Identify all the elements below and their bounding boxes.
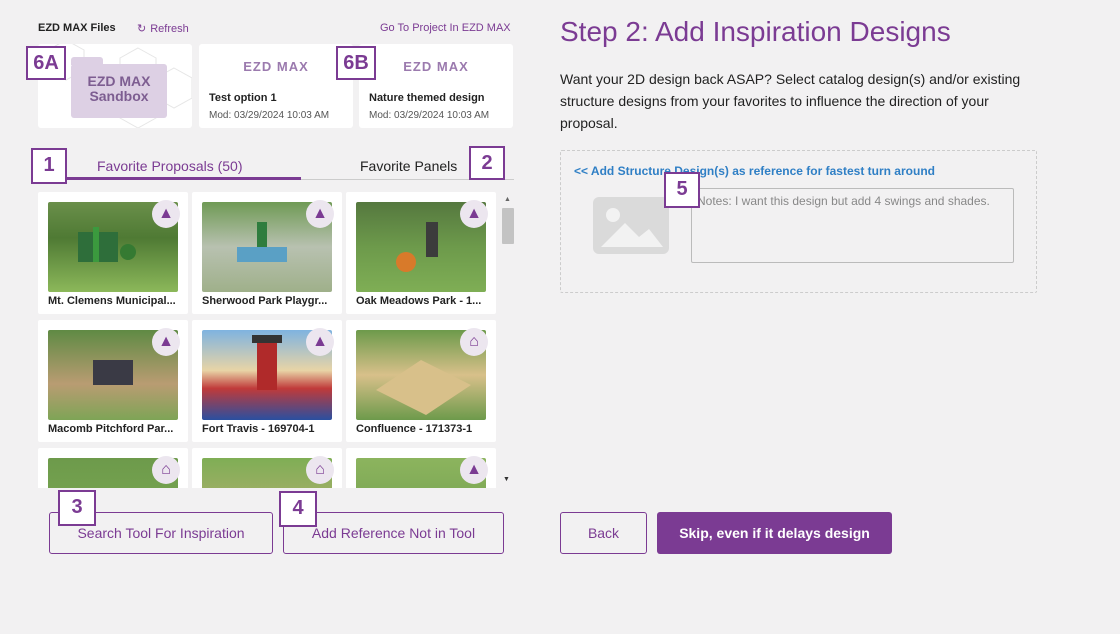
sandbox-folder[interactable]: EZD MAX Sandbox [71,57,167,118]
proposal-tile[interactable]: ⌂ [192,448,342,488]
proposal-tile[interactable]: ▲ Fort Travis - 169704-1 [192,320,342,442]
proposal-tile[interactable]: ▲ Mt. Clemens Municipal... [38,192,188,314]
ezd-max-files-title: EZD MAX Files [38,22,116,34]
proposal-grid[interactable]: ▲ Mt. Clemens Municipal... ▲ Sherwood Pa… [38,192,498,488]
skip-button[interactable]: Skip, even if it delays design [657,512,892,554]
file-modified-date: Mod: 03/29/2024 10:03 AM [369,110,490,121]
ezd-max-logo: EZD MAX [243,59,309,74]
proposal-label: Macomb Pitchford Par... [48,423,174,435]
scroll-up-icon[interactable]: ▲ [504,196,511,203]
file-modified-date: Mod: 03/29/2024 10:03 AM [209,110,330,121]
tab-favorite-panels[interactable]: Favorite Panels [360,158,457,174]
refresh-button[interactable]: ↻ Refresh [137,22,189,36]
scrollbar-thumb[interactable] [502,208,514,244]
callout-4: 4 [279,491,317,527]
file-name: Test option 1 [209,92,277,104]
proposal-tile[interactable]: ▲ Sherwood Park Playgr... [192,192,342,314]
step-title: Step 2: Add Inspiration Designs [560,16,951,47]
add-structure-link[interactable]: << Add Structure Design(s) as reference … [574,164,935,178]
home-icon: ⌂ [460,328,488,356]
step-description: Want your 2D design back ASAP? Select ca… [560,71,1021,131]
back-button[interactable]: Back [560,512,647,554]
callout-2: 2 [469,146,505,180]
tree-icon: ▲ [460,456,488,484]
proposal-label: Mt. Clemens Municipal... [48,295,176,307]
sandbox-label-line1: EZD MAX [87,73,151,89]
callout-3: 3 [58,490,96,526]
proposal-label: Sherwood Park Playgr... [202,295,328,307]
proposal-tile[interactable]: ▲ Macomb Pitchford Par... [38,320,188,442]
home-icon: ⌂ [152,456,180,484]
ezd-max-logo: EZD MAX [403,59,469,74]
go-to-project-link[interactable]: Go To Project In EZD MAX [380,22,511,34]
proposal-tile[interactable]: ▲ Oak Meadows Park - 1... [346,192,496,314]
proposal-label: Confluence - 171373-1 [356,423,473,435]
scroll-down-icon[interactable]: ▼ [503,476,510,483]
tree-icon: ▲ [152,200,180,228]
refresh-label: Refresh [150,22,189,35]
active-tab-indicator [38,177,301,180]
callout-6a: 6A [26,46,66,80]
callout-1: 1 [31,148,67,184]
home-icon: ⌂ [306,456,334,484]
refresh-icon: ↻ [137,23,147,35]
file-name: Nature themed design [369,92,485,104]
callout-5: 5 [664,172,700,208]
file-card-test-option[interactable]: EZD MAX Test option 1 Mod: 03/29/2024 10… [199,44,353,128]
tree-icon: ▲ [306,328,334,356]
tree-icon: ▲ [460,200,488,228]
proposal-label: Oak Meadows Park - 1... [356,295,482,307]
tree-icon: ▲ [306,200,334,228]
tree-icon: ▲ [152,328,180,356]
proposal-tile[interactable]: ▲ [346,448,496,488]
file-card-nature-themed[interactable]: EZD MAX Nature themed design Mod: 03/29/… [359,44,513,128]
tab-favorite-proposals[interactable]: Favorite Proposals (50) [97,158,243,174]
notes-textarea[interactable] [691,188,1014,263]
proposal-tile[interactable]: ⌂ Confluence - 171373-1 [346,320,496,442]
proposal-tile[interactable]: ⌂ [38,448,188,488]
proposal-label: Fort Travis - 169704-1 [202,423,315,435]
callout-6b: 6B [336,46,376,80]
image-placeholder-icon [593,197,669,254]
sandbox-label-line2: Sandbox [89,88,149,104]
